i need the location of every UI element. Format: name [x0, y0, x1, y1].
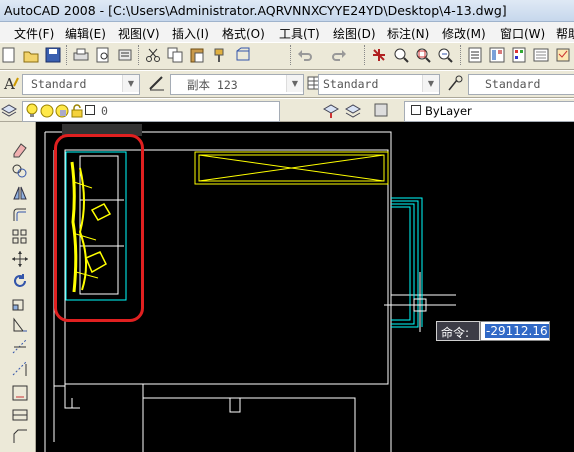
layer-select[interactable]: 0	[22, 101, 280, 122]
design-center-icon[interactable]	[488, 46, 506, 64]
cut-icon[interactable]	[144, 46, 162, 64]
chevron-down-icon: ▼	[122, 75, 139, 92]
drawing-canvas[interactable]	[36, 122, 574, 452]
menu-tools[interactable]: 工具(T)	[279, 25, 320, 42]
extend-icon[interactable]	[11, 360, 29, 378]
table-style-select[interactable]: Standard ▼	[318, 74, 440, 95]
lock-icon	[71, 104, 83, 121]
command-prompt-label: 命令:	[436, 321, 480, 341]
layers-toolbar: 0 ByLayer	[0, 98, 574, 122]
trim-icon[interactable]	[11, 338, 29, 356]
paste-icon[interactable]	[188, 46, 206, 64]
chamfer-icon[interactable]	[11, 428, 29, 446]
dimension-style-value: 副本 123	[187, 78, 238, 92]
layer-previous-icon[interactable]	[344, 101, 362, 119]
dimension-style-icon[interactable]	[148, 74, 166, 92]
tool-palettes-icon[interactable]	[510, 46, 528, 64]
viewport-freeze-icon	[55, 104, 69, 121]
plot-icon[interactable]	[72, 46, 90, 64]
block-editor-icon[interactable]	[234, 46, 252, 64]
copy-object-icon[interactable]	[11, 162, 29, 180]
new-icon[interactable]	[0, 46, 18, 64]
scale-icon[interactable]	[11, 294, 29, 312]
properties-icon[interactable]	[466, 46, 484, 64]
text-style-value: Standard	[31, 77, 87, 91]
rotate-icon[interactable]	[11, 272, 29, 290]
stretch-icon[interactable]	[11, 316, 29, 334]
move-icon[interactable]	[11, 250, 29, 268]
menu-draw[interactable]: 绘图(D)	[333, 25, 376, 42]
styles-toolbar: A Standard ▼ 副本 123 ▼ Standard ▼ Standar…	[0, 70, 574, 98]
title-bar: AutoCAD 2008 - [C:\Users\Administrator.A…	[0, 0, 574, 22]
standard-toolbar	[0, 42, 574, 70]
chevron-down-icon: ▼	[422, 75, 439, 92]
color-select[interactable]: ByLayer	[404, 101, 574, 122]
layer-manager-icon[interactable]	[0, 101, 18, 119]
menu-file[interactable]: 文件(F)	[14, 25, 54, 42]
current-layer-name: 0	[101, 104, 108, 118]
table-style-value: Standard	[323, 77, 379, 91]
menu-window[interactable]: 窗口(W)	[500, 25, 545, 42]
window-title: AutoCAD 2008 - [C:\Users\Administrator.A…	[4, 3, 507, 18]
command-input-value: -29112.16	[485, 324, 549, 338]
menu-insert[interactable]: 插入(I)	[172, 25, 209, 42]
publish-icon[interactable]	[116, 46, 134, 64]
text-style-select[interactable]: Standard ▼	[22, 74, 140, 95]
make-object-layer-current-icon[interactable]	[322, 101, 340, 119]
plot-preview-icon[interactable]	[94, 46, 112, 64]
chevron-down-icon: ▼	[286, 75, 303, 92]
multileader-style-value: Standard	[485, 77, 541, 91]
menu-view[interactable]: 视图(V)	[118, 25, 160, 42]
markup-set-icon[interactable]	[554, 46, 572, 64]
sheet-set-icon[interactable]	[532, 46, 550, 64]
zoom-realtime-icon[interactable]	[392, 46, 410, 64]
copy-icon[interactable]	[166, 46, 184, 64]
color-value: ByLayer	[425, 104, 472, 118]
menu-help[interactable]: 帮助	[556, 25, 574, 42]
mirror-icon[interactable]	[11, 184, 29, 202]
offset-icon[interactable]	[11, 206, 29, 224]
modify-palette	[0, 122, 36, 452]
multileader-style-icon[interactable]	[446, 74, 464, 92]
dimension-style-select[interactable]: 副本 123 ▼	[170, 74, 304, 95]
match-properties-icon[interactable]	[212, 46, 230, 64]
text-style-icon[interactable]: A	[2, 74, 20, 93]
command-input[interactable]: -29112.16	[480, 321, 550, 341]
wardrobe-symbol	[194, 151, 389, 185]
color-swatch	[411, 105, 421, 115]
menu-bar: 文件(F) 编辑(E) 视图(V) 插入(I) 格式(O) 工具(T) 绘图(D…	[0, 22, 574, 42]
zoom-previous-icon[interactable]	[436, 46, 454, 64]
menu-edit[interactable]: 编辑(E)	[65, 25, 106, 42]
window-lines	[391, 197, 423, 328]
highlight-box	[54, 134, 144, 322]
color-control-icon[interactable]	[372, 101, 390, 119]
svg-text:A: A	[3, 75, 15, 92]
menu-format[interactable]: 格式(O)	[222, 25, 265, 42]
save-icon[interactable]	[44, 46, 62, 64]
sun-icon	[40, 104, 54, 121]
open-icon[interactable]	[22, 46, 40, 64]
undo-icon[interactable]	[296, 46, 314, 64]
zoom-window-icon[interactable]	[414, 46, 432, 64]
array-icon[interactable]	[11, 228, 29, 246]
break-icon[interactable]	[11, 384, 29, 402]
menu-modify[interactable]: 修改(M)	[442, 25, 486, 42]
menu-dimension[interactable]: 标注(N)	[387, 25, 429, 42]
join-icon[interactable]	[11, 406, 29, 424]
layer-color-swatch	[85, 105, 95, 115]
multileader-style-select[interactable]: Standard	[468, 74, 574, 95]
erase-icon[interactable]	[11, 140, 29, 158]
lightbulb-icon	[25, 103, 39, 122]
pan-realtime-icon[interactable]	[370, 46, 388, 64]
redo-icon[interactable]	[330, 46, 348, 64]
